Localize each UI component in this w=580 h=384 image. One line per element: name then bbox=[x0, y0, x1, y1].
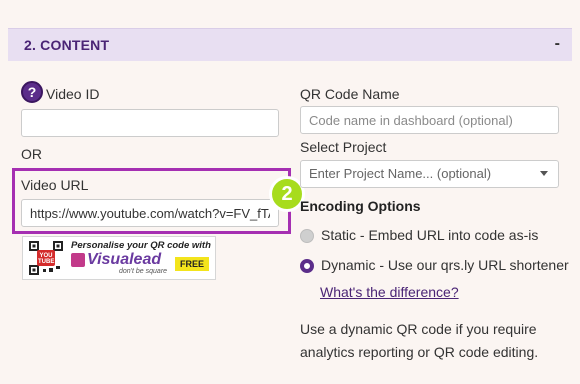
static-radio[interactable] bbox=[300, 229, 314, 243]
video-url-input[interactable] bbox=[21, 199, 279, 227]
difference-link[interactable]: What's the difference? bbox=[320, 284, 459, 300]
dynamic-radio[interactable] bbox=[300, 259, 314, 273]
question-mark-icon[interactable]: ? bbox=[21, 81, 43, 103]
qr-name-label: QR Code Name bbox=[300, 86, 400, 102]
collapse-toggle[interactable]: - bbox=[555, 35, 560, 53]
project-select[interactable]: Enter Project Name... (optional) bbox=[300, 160, 559, 188]
visualead-ad-banner[interactable]: YOU TUBE Personalise your QR code with V… bbox=[22, 236, 216, 280]
chevron-down-icon bbox=[540, 171, 548, 176]
encoding-options-title: Encoding Options bbox=[300, 198, 421, 214]
ad-tagline: don't be square bbox=[119, 268, 168, 275]
dynamic-option[interactable]: Dynamic - Use our qrs.ly URL shortener bbox=[300, 256, 570, 274]
static-option-label: Static - Embed URL into code as-is bbox=[321, 227, 539, 243]
ad-tile-text: YOU TUBE bbox=[38, 253, 55, 265]
ad-headline: Personalise your QR code with bbox=[71, 240, 211, 251]
static-option[interactable]: Static - Embed URL into code as-is bbox=[300, 226, 560, 244]
dynamic-option-label: Dynamic - Use our qrs.ly URL shortener bbox=[321, 257, 569, 273]
ad-brand: Visualead bbox=[87, 251, 162, 268]
project-label: Select Project bbox=[300, 139, 387, 155]
qr-name-input[interactable] bbox=[300, 106, 559, 134]
video-id-input[interactable] bbox=[21, 109, 279, 137]
or-label: OR bbox=[21, 146, 42, 162]
video-url-label: Video URL bbox=[21, 177, 89, 193]
video-id-label: Video ID bbox=[46, 86, 100, 102]
qr-code-icon: YOU TUBE bbox=[29, 241, 63, 275]
section-header[interactable]: 2. CONTENT - bbox=[8, 28, 572, 61]
dynamic-info-text: Use a dynamic QR code if you require ana… bbox=[300, 321, 539, 360]
ad-free-button[interactable]: FREE bbox=[175, 257, 209, 271]
project-select-placeholder: Enter Project Name... (optional) bbox=[309, 166, 492, 181]
section-title: 2. CONTENT bbox=[24, 37, 110, 53]
visualead-logo-icon bbox=[71, 253, 85, 267]
